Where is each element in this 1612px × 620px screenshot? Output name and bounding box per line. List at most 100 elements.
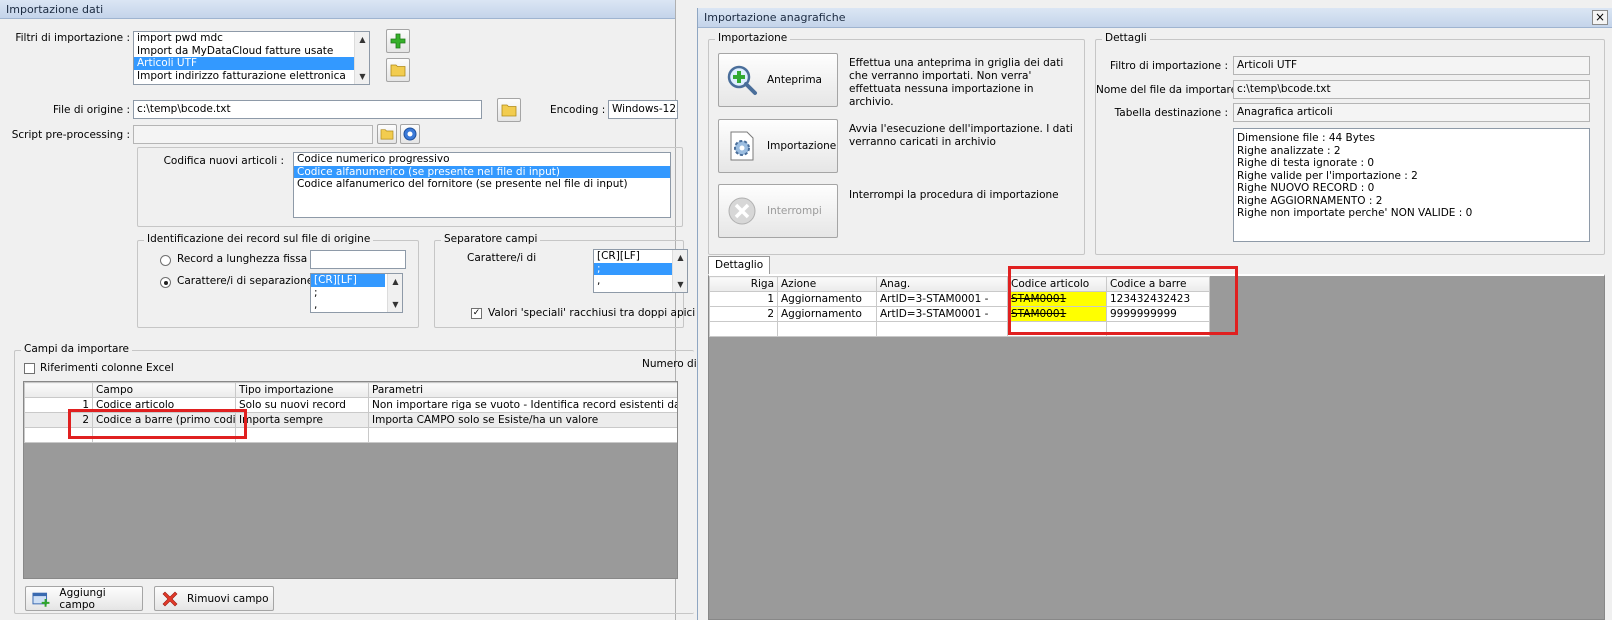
filters-listbox[interactable]: import pwd mdc Import da MyDataCloud fat… (133, 31, 370, 85)
column-header[interactable]: Parametri (368, 382, 677, 398)
stat-line: Righe NUOVO RECORD : 0 (1237, 182, 1375, 194)
quoted-values-checkbox[interactable]: ✓ (471, 308, 482, 319)
field-separator-group-label: Separatore campi (441, 233, 541, 245)
cell-azione[interactable]: Aggiornamento (777, 291, 877, 307)
preview-button[interactable]: Anteprima (718, 53, 838, 107)
script-label: Script pre-processing : (11, 129, 130, 141)
filename-label: Nome del file da importare : (1096, 84, 1244, 96)
empty-cell[interactable] (235, 427, 369, 443)
empty-cell[interactable] (1106, 321, 1210, 337)
close-icon[interactable]: × (1592, 10, 1608, 25)
field-separator-option-selected[interactable]: ; (594, 262, 672, 275)
table-row[interactable]: 1 Aggiornamento ArtID=3-STAM0001 - STAM0… (709, 291, 1210, 307)
filters-scrollbar[interactable]: ▲ ▼ (354, 32, 369, 84)
filter-item[interactable]: Import indirizzo fatturazione elettronic… (134, 70, 369, 83)
column-header[interactable]: Anag. (876, 276, 1008, 292)
preview-button-label: Anteprima (767, 74, 822, 86)
table-row[interactable]: 1 Codice articolo Solo su nuovi record N… (24, 397, 677, 413)
row-number: 1 (709, 291, 778, 307)
cell-anag[interactable]: ArtID=3-STAM0001 - (876, 306, 1008, 322)
table-row[interactable]: 2 Aggiornamento ArtID=3-STAM0001 - STAM0… (709, 306, 1210, 322)
fixed-length-field[interactable] (310, 250, 406, 269)
column-header[interactable]: Riga (709, 276, 778, 292)
field-separator-scrollbar[interactable]: ▲ ▼ (672, 250, 687, 292)
source-file-label: File di origine : (52, 104, 130, 116)
cell-parametri[interactable]: Importa CAMPO solo se Esiste/ha un valor… (368, 412, 677, 428)
cell-codice-articolo[interactable]: STAM0001 (1007, 306, 1107, 322)
open-filter-button[interactable] (386, 58, 410, 82)
cell-codice-articolo[interactable]: STAM0001 (1007, 291, 1107, 307)
separator-scrollbar[interactable]: ▲ ▼ (387, 274, 402, 312)
field-separator-listbox[interactable]: [CR][LF] ; , ▲ ▼ (593, 249, 688, 293)
tab-dettaglio[interactable]: Dettaglio (708, 256, 771, 274)
table-row-empty[interactable] (24, 427, 677, 443)
table-row[interactable]: 2 Codice a barre (primo codi... Importa … (24, 412, 677, 428)
script-folder-button[interactable] (377, 124, 397, 144)
codifica-label: Codifica nuovi articoli : (163, 155, 284, 167)
cell-codice-barre[interactable]: 123432432423 (1106, 291, 1210, 307)
quoted-values-label: Valori 'speciali' racchiusi tra doppi ap… (488, 307, 696, 319)
cell-tipo[interactable]: Solo su nuovi record (235, 397, 369, 413)
import-button[interactable]: Importazione (718, 119, 838, 173)
table-dest-field[interactable]: Anagrafica articoli (1233, 103, 1590, 122)
script-field[interactable] (133, 125, 373, 144)
scroll-down-icon[interactable]: ▼ (355, 69, 369, 84)
cell-codice-barre[interactable]: 9999999999 (1106, 306, 1210, 322)
separator-option-selected[interactable]: [CR][LF] (311, 274, 385, 287)
codifica-option-selected[interactable]: Codice alfanumerico (se presente nel fil… (294, 165, 670, 178)
codifica-listbox[interactable]: Codice numerico progressivo Codice alfan… (293, 152, 671, 218)
table-row-empty[interactable] (709, 321, 1210, 337)
separator-listbox[interactable]: [CR][LF] ; , ▲ ▼ (310, 273, 403, 313)
empty-cell[interactable] (1007, 321, 1107, 337)
cell-anag[interactable]: ArtID=3-STAM0001 - (876, 291, 1008, 307)
source-file-field[interactable]: c:\temp\bcode.txt (133, 100, 482, 119)
scroll-up-icon[interactable]: ▲ (355, 32, 369, 47)
cell-parametri[interactable]: Non importare riga se vuoto - Identifica… (368, 397, 677, 413)
right-window-title-text: Importazione anagrafiche (704, 11, 846, 24)
excel-refs-label: Riferimenti colonne Excel (40, 362, 174, 374)
filename-field[interactable]: c:\temp\bcode.txt (1233, 80, 1590, 99)
empty-cell[interactable] (368, 427, 677, 443)
empty-cell[interactable] (92, 427, 236, 443)
empty-cell[interactable] (777, 321, 877, 337)
scroll-down-icon[interactable]: ▼ (388, 297, 402, 312)
detail-grid: Riga Azione Anag. Codice articolo Codice… (708, 274, 1605, 620)
filter-item-selected[interactable]: Articoli UTF (134, 57, 369, 70)
codifica-option[interactable]: Codice numerico progressivo (294, 153, 670, 166)
cell-azione[interactable]: Aggiornamento (777, 306, 877, 322)
add-filter-button[interactable] (386, 29, 410, 53)
browse-file-button[interactable] (497, 98, 521, 122)
gear-document-icon (730, 131, 754, 161)
column-header[interactable]: Codice articolo (1007, 276, 1107, 292)
scroll-down-icon[interactable]: ▼ (673, 277, 687, 292)
excel-refs-checkbox[interactable] (24, 363, 35, 374)
empty-cell[interactable] (876, 321, 1008, 337)
column-header[interactable]: Tipo importazione (235, 382, 369, 398)
separator-radio[interactable] (160, 277, 171, 288)
add-field-button[interactable]: Aggiungi campo (25, 586, 143, 611)
stop-button[interactable]: Interrompi (718, 184, 838, 238)
fixed-length-radio[interactable] (160, 255, 171, 266)
numero-label: Numero di (642, 358, 697, 370)
cell-campo[interactable]: Codice a barre (primo codi... (92, 412, 236, 428)
column-header[interactable]: Azione (777, 276, 877, 292)
fields-to-import-label: Campi da importare (21, 343, 132, 355)
cell-campo[interactable]: Codice articolo (92, 397, 236, 413)
identification-group-label: Identificazione dei record sul file di o… (144, 233, 374, 245)
cell-tipo[interactable]: Importa sempre (235, 412, 369, 428)
codifica-option[interactable]: Codice alfanumerico del fornitore (se pr… (294, 178, 670, 191)
filter-field[interactable]: Articoli UTF (1233, 56, 1590, 75)
import-data-window: Importazione dati Filtri di importazione… (0, 0, 697, 620)
scroll-up-icon[interactable]: ▲ (388, 274, 402, 289)
column-header[interactable] (24, 382, 93, 398)
filter-item[interactable]: Import da MyDataCloud fatture usate (134, 45, 369, 58)
column-header[interactable]: Campo (92, 382, 236, 398)
script-help-button[interactable] (400, 124, 420, 144)
scroll-up-icon[interactable]: ▲ (673, 250, 687, 265)
column-header[interactable]: Codice a barre (1106, 276, 1210, 292)
encoding-field[interactable]: Windows-1252 (608, 100, 678, 119)
filter-item[interactable]: import pwd mdc (134, 32, 369, 45)
left-window-title: Importazione dati (0, 0, 675, 19)
right-window-title: Importazione anagrafiche (698, 8, 1612, 28)
remove-field-button[interactable]: Rimuovi campo (154, 586, 274, 611)
